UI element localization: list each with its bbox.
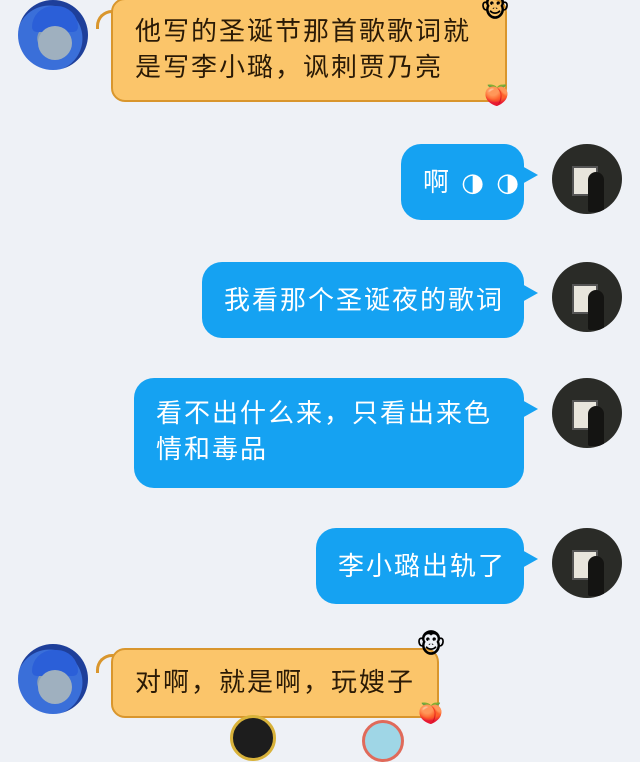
message-text: 对啊，就是啊，玩嫂子 bbox=[135, 668, 416, 698]
message-text: 李小璐出轨了 bbox=[338, 552, 507, 582]
self-avatar[interactable] bbox=[552, 144, 622, 214]
sender-avatar[interactable] bbox=[18, 644, 88, 714]
message-bubble-sent[interactable]: 看不出什么来，只看出来色 情和毒品 bbox=[134, 378, 538, 488]
sticker-partial bbox=[230, 715, 276, 761]
silhouette-shape bbox=[588, 172, 604, 212]
message-text: 啊 ◑ ◑ bbox=[423, 168, 521, 198]
self-avatar[interactable] bbox=[552, 528, 622, 598]
message-text-line: 他写的圣诞节那首歌歌词就 bbox=[135, 17, 472, 47]
sticker-partial bbox=[362, 720, 404, 762]
sender-avatar[interactable] bbox=[18, 0, 88, 70]
peach-icon: 🍑 bbox=[484, 83, 509, 107]
message-bubble-sent[interactable]: 我看那个圣诞夜的歌词 bbox=[202, 262, 538, 338]
self-avatar[interactable] bbox=[552, 262, 622, 332]
face-shape bbox=[38, 26, 72, 60]
message-bubble-sent[interactable]: 啊 ◑ ◑ bbox=[401, 144, 538, 220]
message-text-line: 看不出什么来，只看出来色 bbox=[156, 399, 493, 429]
message-bubble-sent[interactable]: 李小璐出轨了 bbox=[316, 528, 538, 604]
message-bubble-received[interactable]: 对啊，就是啊，玩嫂子 bbox=[111, 648, 439, 718]
monkey-face-icon: 🐵 bbox=[480, 0, 511, 24]
monkey-face-icon: 🐵 bbox=[416, 630, 447, 660]
silhouette-shape bbox=[588, 290, 604, 330]
peach-icon: 🍑 bbox=[418, 701, 443, 725]
silhouette-shape bbox=[588, 556, 604, 596]
silhouette-shape bbox=[588, 406, 604, 446]
message-text: 我看那个圣诞夜的歌词 bbox=[224, 286, 505, 316]
face-shape bbox=[38, 670, 72, 704]
message-text-line: 是写李小璐，讽刺贾乃亮 bbox=[135, 53, 444, 83]
self-avatar[interactable] bbox=[552, 378, 622, 448]
message-bubble-received[interactable]: 他写的圣诞节那首歌歌词就 是写李小璐，讽刺贾乃亮 bbox=[111, 0, 507, 102]
message-text-line: 情和毒品 bbox=[156, 435, 269, 465]
